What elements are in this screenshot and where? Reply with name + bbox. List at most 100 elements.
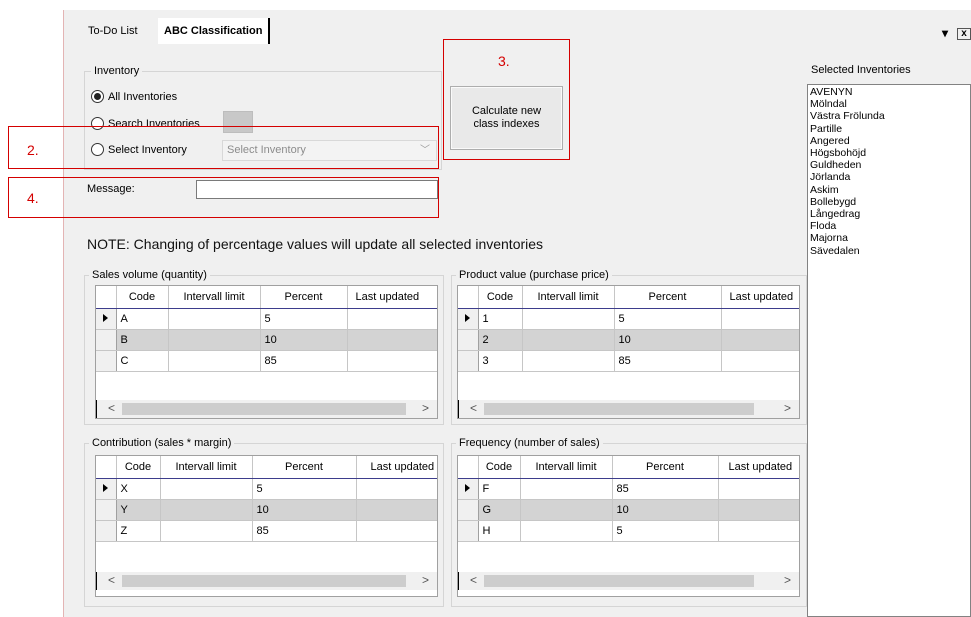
list-item[interactable]: Guldheden [810,159,970,171]
interval-limit-cell[interactable] [160,520,253,542]
column-header-last-updated[interactable]: Last updated [347,286,437,309]
scrollbar-thumb[interactable] [122,403,406,415]
row-selector-icon[interactable] [96,478,117,500]
table-row[interactable]: H 5 [458,520,799,542]
code-cell[interactable]: B [116,329,169,351]
row-selector-icon[interactable] [96,308,117,330]
list-item[interactable]: Askim [810,184,970,196]
interval-limit-cell[interactable] [520,520,613,542]
percent-cell[interactable]: 10 [252,499,357,521]
table-row[interactable]: B 10 [96,329,437,351]
last-updated-cell[interactable] [356,520,437,542]
column-header-code[interactable]: Code [116,286,169,309]
percent-cell[interactable]: 10 [614,329,722,351]
last-updated-cell[interactable] [347,329,437,351]
table-row[interactable]: G 10 [458,499,799,521]
row-header[interactable] [458,329,479,351]
tab-abc-classification[interactable]: ABC Classification [158,18,271,44]
last-updated-cell[interactable] [718,499,799,521]
percent-cell[interactable]: 5 [614,308,722,330]
code-cell[interactable]: Z [116,520,161,542]
code-cell[interactable]: X [116,478,161,500]
list-item[interactable]: AVENYN [810,86,970,98]
percent-cell[interactable]: 85 [614,350,722,372]
last-updated-cell[interactable] [718,520,799,542]
column-header-interval-limit[interactable]: Intervall limit [522,286,615,309]
percent-cell[interactable]: 5 [612,520,719,542]
interval-limit-cell[interactable] [522,350,615,372]
column-header-interval-limit[interactable]: Intervall limit [160,456,253,479]
list-item[interactable]: Jörlanda [810,171,970,183]
radio-all-inventories[interactable]: All Inventories [91,90,177,103]
table-row[interactable]: F 85 [458,478,799,500]
code-cell[interactable]: A [116,308,169,330]
list-item[interactable]: Högsbohöjd [810,147,970,159]
last-updated-cell[interactable] [721,308,799,330]
percent-cell[interactable]: 10 [612,499,719,521]
percent-cell[interactable]: 85 [612,478,719,500]
last-updated-cell[interactable] [718,478,799,500]
window-dropdown-button[interactable]: ▾ [942,26,948,40]
interval-limit-cell[interactable] [522,308,615,330]
horizontal-scrollbar[interactable]: < > [458,572,799,590]
sales-volume-grid[interactable]: Code Intervall limit Percent Last update… [95,285,438,419]
percent-cell[interactable]: 85 [252,520,357,542]
frequency-grid[interactable]: Code Intervall limit Percent Last update… [457,455,800,597]
row-selector-icon[interactable] [458,478,479,500]
column-header-last-updated[interactable]: Last updated [721,286,799,309]
column-header-last-updated[interactable]: Last updated [356,456,437,479]
list-item[interactable]: Floda [810,220,970,232]
last-updated-cell[interactable] [356,499,437,521]
selected-inventories-list[interactable]: AVENYN Mölndal Västra Frölunda Partille … [807,84,971,617]
scroll-left-icon[interactable]: < [470,401,477,415]
column-header-percent[interactable]: Percent [260,286,348,309]
code-cell[interactable]: 3 [478,350,523,372]
table-row[interactable]: C 85 [96,350,437,372]
table-row[interactable]: X 5 [96,478,437,500]
window-close-button[interactable]: x [957,28,971,40]
row-header[interactable] [96,520,117,542]
list-item[interactable]: Angered [810,135,970,147]
row-header[interactable] [458,350,479,372]
horizontal-scrollbar[interactable]: < > [96,400,437,418]
scrollbar-thumb[interactable] [122,575,406,587]
column-header-code[interactable]: Code [478,456,521,479]
row-header[interactable] [96,499,117,521]
row-header[interactable] [458,520,479,542]
column-header-interval-limit[interactable]: Intervall limit [168,286,261,309]
code-cell[interactable]: F [478,478,521,500]
scroll-left-icon[interactable]: < [470,573,477,587]
list-item[interactable]: Majorna [810,232,970,244]
code-cell[interactable]: H [478,520,521,542]
list-item[interactable]: Långedrag [810,208,970,220]
table-row[interactable]: Z 85 [96,520,437,542]
interval-limit-cell[interactable] [520,478,613,500]
scroll-right-icon[interactable]: > [422,573,429,587]
table-row[interactable]: 3 85 [458,350,799,372]
last-updated-cell[interactable] [347,350,437,372]
list-item[interactable]: Mölndal [810,98,970,110]
list-item[interactable]: Västra Frölunda [810,110,970,122]
percent-cell[interactable]: 85 [260,350,348,372]
scrollbar-thumb[interactable] [484,575,754,587]
list-item[interactable]: Bollebygd [810,196,970,208]
last-updated-cell[interactable] [721,350,799,372]
scroll-right-icon[interactable]: > [784,401,791,415]
last-updated-cell[interactable] [721,329,799,351]
percent-cell[interactable]: 5 [252,478,357,500]
radio-icon[interactable] [91,90,104,103]
table-row[interactable]: Y 10 [96,499,437,521]
interval-limit-cell[interactable] [160,499,253,521]
column-header-percent[interactable]: Percent [612,456,719,479]
scroll-left-icon[interactable]: < [108,401,115,415]
column-header-percent[interactable]: Percent [252,456,357,479]
scroll-right-icon[interactable]: > [784,573,791,587]
list-item[interactable]: Sävedalen [810,245,970,257]
row-selector-icon[interactable] [458,308,479,330]
scroll-left-icon[interactable]: < [108,573,115,587]
last-updated-cell[interactable] [356,478,437,500]
code-cell[interactable]: 1 [478,308,523,330]
table-row[interactable]: A 5 [96,308,437,330]
code-cell[interactable]: Y [116,499,161,521]
tab-todo-list[interactable]: To-Do List [82,18,144,44]
